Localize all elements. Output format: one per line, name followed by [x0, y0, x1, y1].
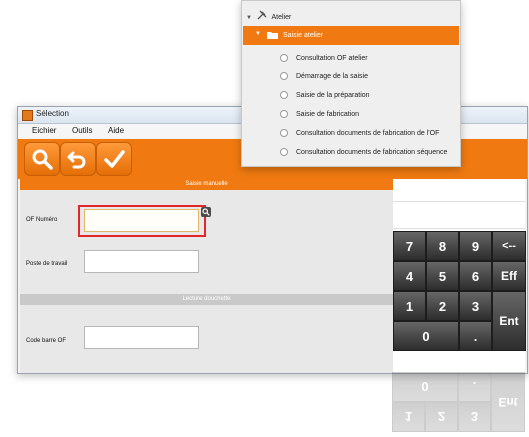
radio-icon	[280, 148, 288, 156]
key-4[interactable]: 4	[393, 261, 426, 291]
barcode-input[interactable]	[84, 326, 199, 349]
key-decimal[interactable]: .	[459, 321, 492, 351]
key-7[interactable]: 7	[393, 231, 426, 261]
key-1[interactable]: 1	[393, 291, 426, 321]
magnifier-icon	[202, 208, 210, 216]
tree-item-docs-of[interactable]: Consultation documents de fabrication de…	[296, 130, 439, 137]
window-title: Sélection	[36, 109, 69, 118]
key-6[interactable]: 6	[459, 261, 492, 291]
app-icon	[22, 110, 33, 121]
tree-root-atelier[interactable]: ▼ Atelier	[246, 10, 291, 21]
key-0[interactable]: 0	[393, 321, 459, 351]
menu-fichier[interactable]: Eichier	[32, 126, 56, 135]
tree-item-docs-sequence[interactable]: Consultation documents de fabrication sé…	[296, 149, 447, 156]
barcode-label: Code barre OF	[26, 338, 67, 344]
of-number-label: OF Numéro	[26, 217, 58, 223]
tree-item-preparation[interactable]: Saisie de la préparation	[296, 92, 370, 99]
undo-icon	[67, 151, 86, 169]
menu-outils[interactable]: Outils	[72, 126, 92, 135]
search-button[interactable]	[24, 142, 60, 176]
reflect-key-0: 0	[392, 372, 458, 402]
tree-item-fabrication[interactable]: Saisie de fabrication	[296, 111, 359, 118]
tree-item-consultation-of[interactable]: Consultation OF atelier	[296, 55, 368, 62]
reflect-key-decimal: .	[458, 372, 491, 402]
radio-icon	[280, 110, 288, 118]
validate-button[interactable]	[96, 142, 132, 176]
of-number-input[interactable]	[84, 209, 199, 232]
key-2[interactable]: 2	[426, 291, 459, 321]
tree-item-demarrage[interactable]: Démarrage de la saisie	[296, 73, 368, 80]
tree-menu: ▼ Atelier ▼ Saisie atelier Consultation …	[241, 0, 461, 167]
tree-node-label: Saisie atelier	[283, 32, 324, 39]
form-panel: Saisie manuelle OF Numéro Poste de trava…	[20, 179, 393, 373]
menu-aide[interactable]: Aide	[108, 126, 124, 135]
keypad-reflection: 0 . Ent 1 2 3	[392, 372, 526, 432]
keypad-display	[393, 201, 525, 229]
tools-icon	[257, 10, 267, 20]
radio-icon	[280, 129, 288, 137]
of-lookup-button[interactable]	[201, 207, 211, 217]
check-icon	[104, 150, 125, 168]
key-backspace[interactable]: <--	[492, 231, 526, 261]
reflect-key-1: 1	[392, 402, 425, 432]
reflect-key-3: 3	[458, 402, 491, 432]
search-icon	[32, 149, 53, 170]
folder-icon	[267, 32, 278, 39]
key-8[interactable]: 8	[426, 231, 459, 261]
reflect-key-2: 2	[425, 402, 458, 432]
tree-node-saisie-atelier[interactable]: ▼ Saisie atelier	[243, 26, 459, 45]
barcode-scan-header: Lecture douchette	[20, 294, 393, 305]
workstation-label: Poste de travail	[26, 261, 68, 267]
key-enter[interactable]: Ent	[492, 291, 526, 351]
reflect-key-enter: Ent	[491, 372, 525, 432]
key-clear[interactable]: Eff	[492, 261, 526, 291]
keypad-panel: 7 8 9 <-- 4 5 6 Eff 1 2 3 Ent 0 .	[393, 179, 526, 373]
key-9[interactable]: 9	[459, 231, 492, 261]
undo-button[interactable]	[60, 142, 96, 176]
key-5[interactable]: 5	[426, 261, 459, 291]
radio-icon	[280, 54, 288, 62]
key-3[interactable]: 3	[459, 291, 492, 321]
workstation-input[interactable]	[84, 250, 199, 273]
radio-icon	[280, 91, 288, 99]
tree-root-label: Atelier	[271, 14, 292, 21]
collapse-arrow-icon: ▼	[246, 15, 252, 21]
radio-icon	[280, 72, 288, 80]
expand-arrow-icon: ▼	[255, 31, 261, 37]
manual-entry-header: Saisie manuelle	[20, 179, 393, 190]
